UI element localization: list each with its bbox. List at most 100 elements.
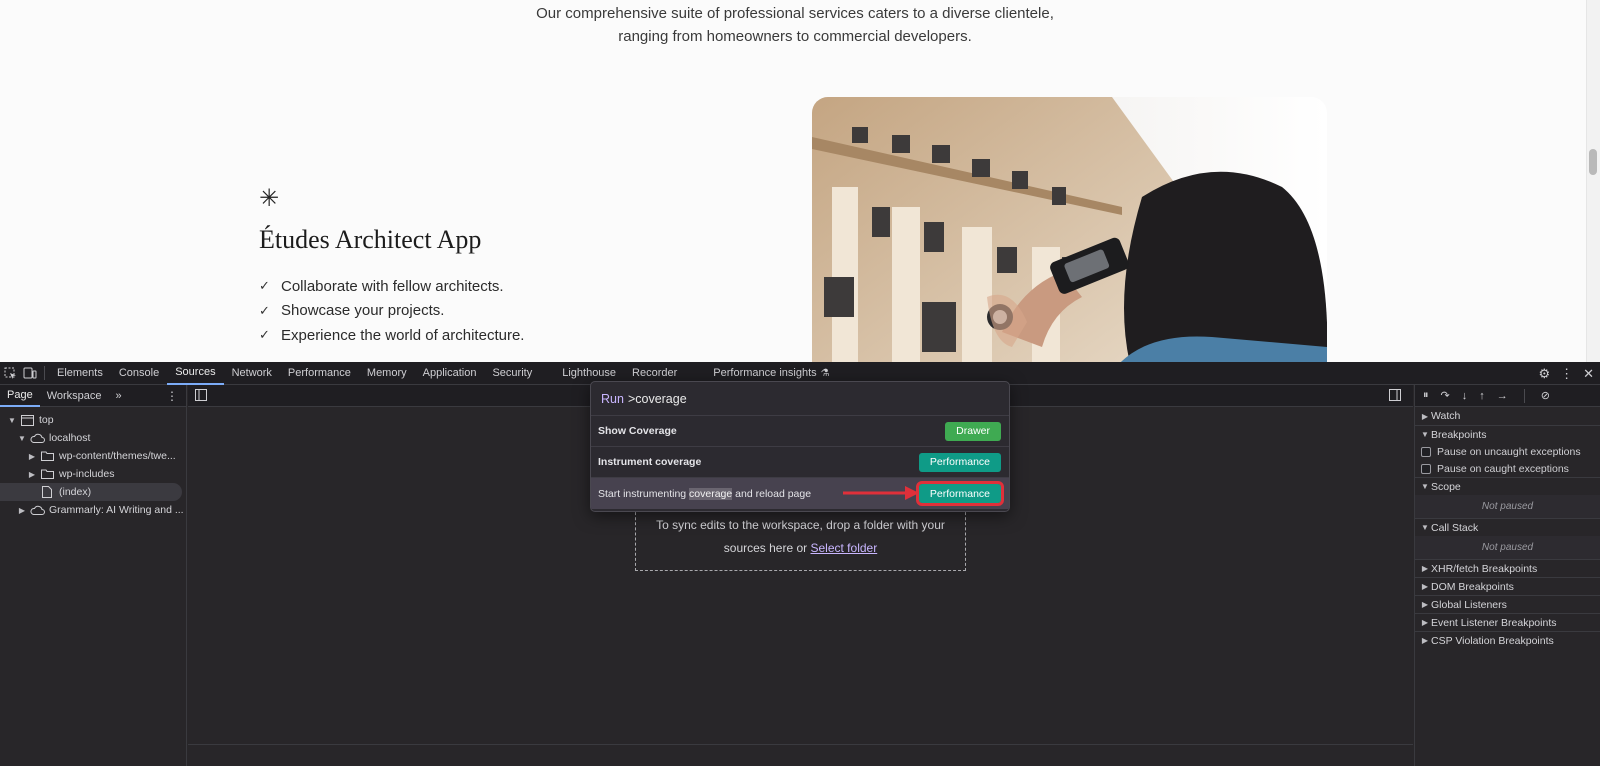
expand-arrow-icon: ▼	[1421, 523, 1429, 532]
checkbox[interactable]	[1421, 446, 1431, 457]
collapsed-arrow-icon: ▶	[1421, 411, 1429, 421]
step-over-icon[interactable]: ↷	[1441, 389, 1450, 402]
command-menu-input[interactable]: Run >coverage	[591, 382, 1009, 416]
collapsed-arrow-icon: ▶	[1421, 582, 1429, 591]
more-options-icon[interactable]: ⋮	[1560, 366, 1573, 382]
tab-application[interactable]: Application	[415, 362, 485, 385]
command-menu: Run >coverage Show Coverage Drawer Instr…	[590, 381, 1010, 512]
select-folder-link[interactable]: Select folder	[811, 541, 878, 555]
section-dom-breakpoints[interactable]: ▶ DOM Breakpoints	[1415, 577, 1600, 595]
expand-arrow-icon: ▼	[1421, 430, 1429, 439]
pause-caught-checkbox-row[interactable]: Pause on caught exceptions	[1415, 460, 1600, 477]
building-photo-illustration	[812, 97, 1327, 362]
asterisk-icon: ✳	[259, 184, 280, 212]
tree-item-localhost[interactable]: ▼ localhost	[0, 429, 186, 447]
command-item-start-instrumenting[interactable]: Start instrumenting coverage and reload …	[591, 478, 1009, 509]
collapsed-arrow-icon: ▶	[18, 505, 26, 515]
folder-icon	[38, 451, 56, 461]
intro-text: Our comprehensive suite of professional …	[0, 2, 1590, 48]
workspace-drop-zone[interactable]: To sync edits to the workspace, drop a f…	[635, 502, 966, 571]
red-arrow-annotation	[843, 486, 919, 500]
tree-item-wp-includes[interactable]: ▶ wp-includes	[0, 465, 186, 483]
toggle-navigator-icon[interactable]	[195, 389, 207, 404]
tab-performance[interactable]: Performance	[280, 362, 359, 385]
page-scrollbar[interactable]	[1586, 0, 1600, 362]
expand-arrow-icon: ▼	[1421, 482, 1429, 491]
tab-memory[interactable]: Memory	[359, 362, 415, 385]
separator	[44, 366, 45, 380]
tab-network[interactable]: Network	[224, 362, 280, 385]
debugger-sidebar: ⏸ ↷ ↓ ↑ → ⊘ ▶ Watch ▼ Breakpoints Pause on…	[1414, 385, 1600, 766]
command-prefix: Run	[601, 391, 624, 406]
command-query: >coverage	[627, 391, 687, 406]
close-devtools-icon[interactable]: ✕	[1583, 366, 1594, 382]
tree-item-index[interactable]: (index)	[0, 483, 182, 501]
collapsed-arrow-icon: ▶	[1421, 564, 1429, 573]
navigator-menu-icon[interactable]: ⋮	[166, 389, 186, 403]
step-out-icon[interactable]: ↑	[1479, 390, 1485, 402]
pause-uncaught-checkbox-row[interactable]: Pause on uncaught exceptions	[1415, 443, 1600, 460]
category-badge: Performance	[915, 481, 1005, 506]
more-tabs-chevron-icon[interactable]: »	[109, 385, 129, 407]
list-item: ✓ Collaborate with fellow architects.	[259, 277, 504, 295]
file-icon	[38, 486, 56, 498]
list-item: ✓ Showcase your projects.	[259, 302, 445, 320]
debugger-toolbar: ⏸ ↷ ↓ ↑ → ⊘	[1415, 385, 1600, 407]
section-watch[interactable]: ▶ Watch	[1415, 407, 1600, 425]
step-into-icon[interactable]: ↓	[1462, 390, 1468, 402]
check-icon: ✓	[259, 302, 270, 318]
cloud-icon	[28, 433, 46, 443]
section-xhr-breakpoints[interactable]: ▶ XHR/fetch Breakpoints	[1415, 559, 1600, 577]
collapsed-arrow-icon: ▶	[1421, 636, 1429, 645]
tab-console[interactable]: Console	[111, 362, 167, 385]
section-scope[interactable]: ▼ Scope	[1415, 477, 1600, 495]
deactivate-breakpoints-icon[interactable]: ⊘	[1541, 389, 1550, 402]
page-scrollbar-thumb[interactable]	[1589, 149, 1597, 175]
section-event-listener-breakpoints[interactable]: ▶ Event Listener Breakpoints	[1415, 613, 1600, 631]
feature-title: Études Architect App	[259, 225, 482, 254]
toggle-debugger-icon[interactable]	[1389, 389, 1401, 404]
collapsed-arrow-icon: ▶	[1421, 600, 1429, 609]
expand-arrow-icon: ▼	[8, 415, 16, 425]
experiment-flask-icon: ⚗	[820, 367, 830, 379]
navigator-tab-page[interactable]: Page	[0, 385, 40, 407]
collapsed-arrow-icon: ▶	[28, 469, 36, 479]
section-breakpoints[interactable]: ▼ Breakpoints	[1415, 425, 1600, 443]
intro-line-2: ranging from homeowners to commercial de…	[618, 28, 972, 45]
device-toolbar-icon[interactable]	[20, 362, 40, 385]
inspect-element-icon[interactable]	[0, 362, 20, 385]
navigator-tab-workspace[interactable]: Workspace	[40, 385, 109, 407]
scope-not-paused: Not paused	[1415, 495, 1600, 518]
settings-gear-icon[interactable]: ⚙	[1538, 366, 1550, 382]
tab-security[interactable]: Security	[484, 362, 540, 385]
check-icon: ✓	[259, 278, 270, 294]
section-csp-violation-breakpoints[interactable]: ▶ CSP Violation Breakpoints	[1415, 631, 1600, 649]
tab-sources[interactable]: Sources	[167, 362, 224, 385]
intro-line-1: Our comprehensive suite of professional …	[536, 5, 1054, 22]
category-badge: Performance	[918, 452, 1001, 472]
command-item-instrument-coverage[interactable]: Instrument coverage Performance	[591, 447, 1009, 478]
checkbox[interactable]	[1421, 463, 1431, 474]
sources-navigator: Page Workspace » ⋮ ▼ top ▼ localhost ▶ w…	[0, 385, 187, 766]
tree-item-grammarly[interactable]: ▶ Grammarly: AI Writing and ...	[0, 501, 186, 519]
pause-icon[interactable]: ⏸	[1423, 389, 1429, 402]
match-highlight: coverage	[689, 487, 733, 500]
command-item-show-coverage[interactable]: Show Coverage Drawer	[591, 416, 1009, 447]
category-badge: Drawer	[945, 421, 1001, 441]
section-global-listeners[interactable]: ▶ Global Listeners	[1415, 595, 1600, 613]
drop-zone-text-1: To sync edits to the workspace, drop a f…	[656, 518, 945, 532]
editor-status-bar	[188, 744, 1413, 766]
folder-icon	[38, 469, 56, 479]
drop-zone-text-2: sources here or Select folder	[723, 541, 878, 555]
list-item: ✓ Experience the world of architecture.	[259, 326, 525, 344]
hero-photo	[812, 97, 1327, 362]
tree-item-top[interactable]: ▼ top	[0, 411, 186, 429]
section-call-stack[interactable]: ▼ Call Stack	[1415, 518, 1600, 536]
tree-item-wp-content[interactable]: ▶ wp-content/themes/twe...	[0, 447, 186, 465]
frame-icon	[18, 414, 36, 426]
tab-elements[interactable]: Elements	[49, 362, 111, 385]
expand-arrow-icon: ▼	[18, 433, 26, 443]
website-viewport: Our comprehensive suite of professional …	[0, 0, 1600, 362]
collapsed-arrow-icon: ▶	[1421, 618, 1429, 627]
step-icon[interactable]: →	[1497, 390, 1508, 402]
